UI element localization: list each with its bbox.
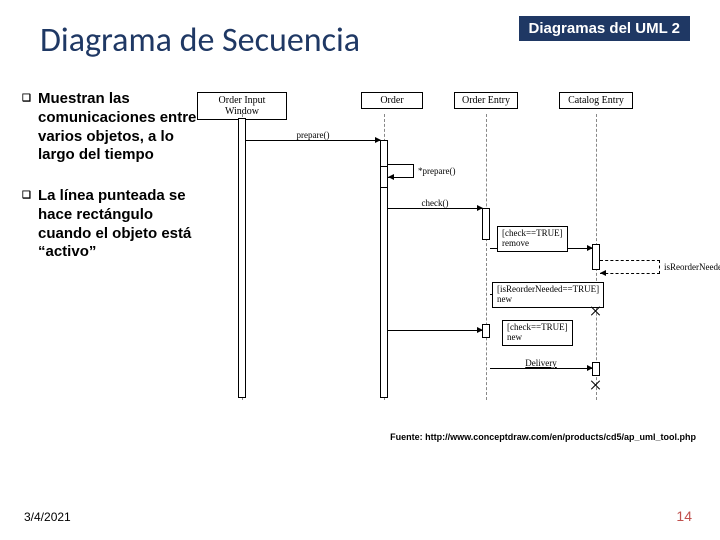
list-item: ❑ Muestran las comunicaciones entre vari… bbox=[22, 90, 202, 165]
activation-bar bbox=[482, 324, 490, 338]
lifeline-oel: Order Entry bbox=[454, 92, 518, 109]
lifeline-order: Order bbox=[361, 92, 423, 109]
message-arrow: Delivery bbox=[490, 368, 592, 369]
bullet-text: Muestran las comunicaciones entre varios… bbox=[38, 90, 202, 165]
message-arrow: check() bbox=[388, 208, 482, 209]
activation-bar bbox=[482, 208, 490, 240]
activation-bar bbox=[592, 244, 600, 270]
bullet-text: La línea punteada se hace rectángulo cua… bbox=[38, 187, 202, 262]
page-title: Diagrama de Secuencia bbox=[40, 20, 360, 61]
page-number: 14 bbox=[676, 508, 692, 524]
bullet-mark-icon: ❑ bbox=[22, 93, 38, 165]
bullet-mark-icon: ❑ bbox=[22, 190, 38, 262]
destroy-icon bbox=[591, 380, 601, 390]
sequence-diagram: Order Input WindowOrderOrder EntryCatalo… bbox=[214, 92, 702, 412]
activation-bar bbox=[238, 118, 246, 398]
destroy-icon bbox=[591, 306, 601, 316]
bullet-list: ❑ Muestran las comunicaciones entre vari… bbox=[22, 90, 202, 284]
lifeline-dash bbox=[486, 114, 487, 400]
message-arrow: prepare() bbox=[246, 140, 380, 141]
guard-note: [check==TRUE]new bbox=[502, 320, 573, 346]
message-arrow bbox=[388, 330, 482, 331]
message-label: isReorderNeeded() bbox=[664, 262, 720, 272]
self-message bbox=[600, 260, 660, 274]
guard-note: [check==TRUE]remove bbox=[497, 226, 568, 252]
activation-bar bbox=[592, 362, 600, 376]
category-badge: Diagramas del UML 2 bbox=[519, 16, 690, 41]
footer-date: 3/4/2021 bbox=[24, 510, 71, 524]
message-label: prepare() bbox=[295, 130, 332, 140]
message-label: *prepare() bbox=[418, 166, 455, 176]
list-item: ❑ La línea punteada se hace rectángulo c… bbox=[22, 187, 202, 262]
guard-note: [isReorderNeeded==TRUE]new bbox=[492, 282, 604, 308]
source-citation: Fuente: http://www.conceptdraw.com/en/pr… bbox=[390, 432, 696, 442]
source-url: http://www.conceptdraw.com/en/products/c… bbox=[425, 432, 696, 442]
message-label: Delivery bbox=[523, 358, 559, 368]
message-label: check() bbox=[420, 198, 451, 208]
lifeline-cel: Catalog Entry bbox=[559, 92, 633, 109]
activation-bar bbox=[380, 166, 388, 188]
source-label: Fuente: bbox=[390, 432, 425, 442]
